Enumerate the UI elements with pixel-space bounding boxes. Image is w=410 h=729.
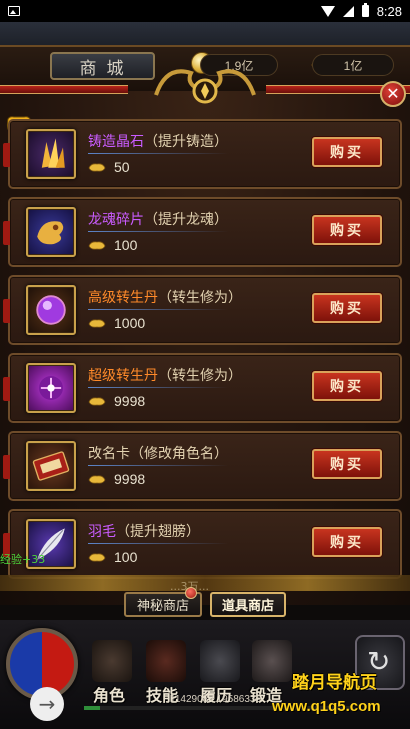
item-name: 铸造晶石: [88, 134, 144, 150]
gold-ingot-icon: [88, 241, 106, 250]
shop-item: 超级转生丹（转生修为） 9998 购买: [3, 353, 402, 423]
item-desc: （提升翅膀）: [116, 524, 200, 540]
shop-tab-row: 神秘商店 道具商店: [0, 590, 410, 620]
item-price: 1000: [88, 315, 145, 331]
super-pill-icon[interactable]: [26, 363, 76, 413]
price-value: 9998: [114, 471, 146, 487]
clock: 8:28: [376, 3, 402, 19]
gold-ingot-icon: [88, 163, 106, 172]
dragon-soul-icon[interactable]: [26, 207, 76, 257]
image-notification-icon: [8, 6, 20, 16]
rename-card-icon[interactable]: [26, 441, 76, 491]
exp-gain-text: 经验+33: [0, 553, 46, 566]
tab-item-shop[interactable]: 道具商店: [210, 592, 286, 617]
buy-button[interactable]: 购买: [312, 371, 382, 401]
anvil-icon[interactable]: [252, 640, 292, 682]
price-value: 100: [114, 549, 138, 565]
shop-item: 龙魂碎片（提升龙魂） 100 购买: [3, 197, 402, 267]
arrow-right-icon[interactable]: →: [30, 687, 64, 721]
skill-icon[interactable]: [146, 640, 186, 682]
shop-panel: 商城 1.9亿 + 1亿 ✕ 铸造晶石（提升铸造）: [0, 45, 410, 605]
price-value: 9998: [114, 393, 146, 409]
dragon-emblem-icon: [154, 69, 256, 104]
purple-pill-icon[interactable]: [26, 285, 76, 335]
character-button[interactable]: 角色: [93, 682, 125, 706]
item-price: 50: [88, 159, 130, 175]
battery-icon: [361, 3, 369, 17]
item-desc: （提升铸造）: [144, 134, 228, 150]
buy-button[interactable]: 购买: [312, 527, 382, 557]
item-name: 改名卡: [88, 446, 130, 462]
item-name: 羽毛: [88, 524, 116, 540]
item-price: 9998: [88, 471, 145, 487]
scroll-icon[interactable]: [200, 640, 240, 682]
buy-button[interactable]: 购买: [312, 449, 382, 479]
notification-dot-icon: [185, 587, 197, 599]
gold-ingot-icon: [88, 319, 106, 328]
shop-title: 商城: [79, 58, 134, 79]
gold-ingot-icon: [88, 397, 106, 406]
buy-button[interactable]: 购买: [312, 215, 382, 245]
shop-title-plaque: 商城: [50, 52, 155, 80]
bottom-hud: 角色 技能 履历 锻造 1142908 / 19586336 → 踏月导航页 w…: [0, 620, 410, 729]
item-name: 龙魂碎片: [88, 212, 144, 228]
item-price: 9998: [88, 393, 145, 409]
exp-values: 1142908 / 19586336: [170, 694, 262, 705]
item-price: 100: [88, 549, 137, 565]
header-ribbon-left: [0, 85, 128, 94]
item-price: 100: [88, 237, 137, 253]
crystal-icon[interactable]: [26, 129, 76, 179]
item-name: 超级转生丹: [88, 368, 158, 384]
buy-button[interactable]: 购买: [312, 293, 382, 323]
shop-item: 铸造晶石（提升铸造） 50 购买: [3, 119, 402, 189]
item-desc: （转生修为）: [158, 368, 242, 384]
gold-ingot-icon: [88, 475, 106, 484]
watermark-title: 踏月导航页: [292, 673, 377, 693]
price-value: 1000: [114, 315, 146, 331]
signal-icon: [342, 5, 354, 17]
gold-ingot-icon: [88, 553, 106, 562]
item-name: 高级转生丹: [88, 290, 158, 306]
wifi-icon: [320, 5, 335, 17]
price-value: 100: [114, 237, 138, 253]
character-icon[interactable]: [92, 640, 132, 682]
shop-item: 羽毛（提升翅膀） 100 购买: [3, 509, 402, 579]
buy-button[interactable]: 购买: [312, 137, 382, 167]
shop-item: 改名卡（修改角色名） 9998 购买: [3, 431, 402, 501]
price-value: 50: [114, 159, 130, 175]
item-desc: （提升龙魂）: [144, 212, 228, 228]
status-bar: 8:28: [0, 0, 410, 22]
item-desc: （修改角色名）: [130, 446, 228, 462]
close-button[interactable]: ✕: [380, 81, 406, 107]
item-desc: （转生修为）: [158, 290, 242, 306]
watermark-url: www.q1q5.com: [272, 698, 381, 715]
shop-item: 高级转生丹（转生修为） 1000 购买: [3, 275, 402, 345]
gold-ingot-balance: 1亿: [312, 54, 394, 76]
